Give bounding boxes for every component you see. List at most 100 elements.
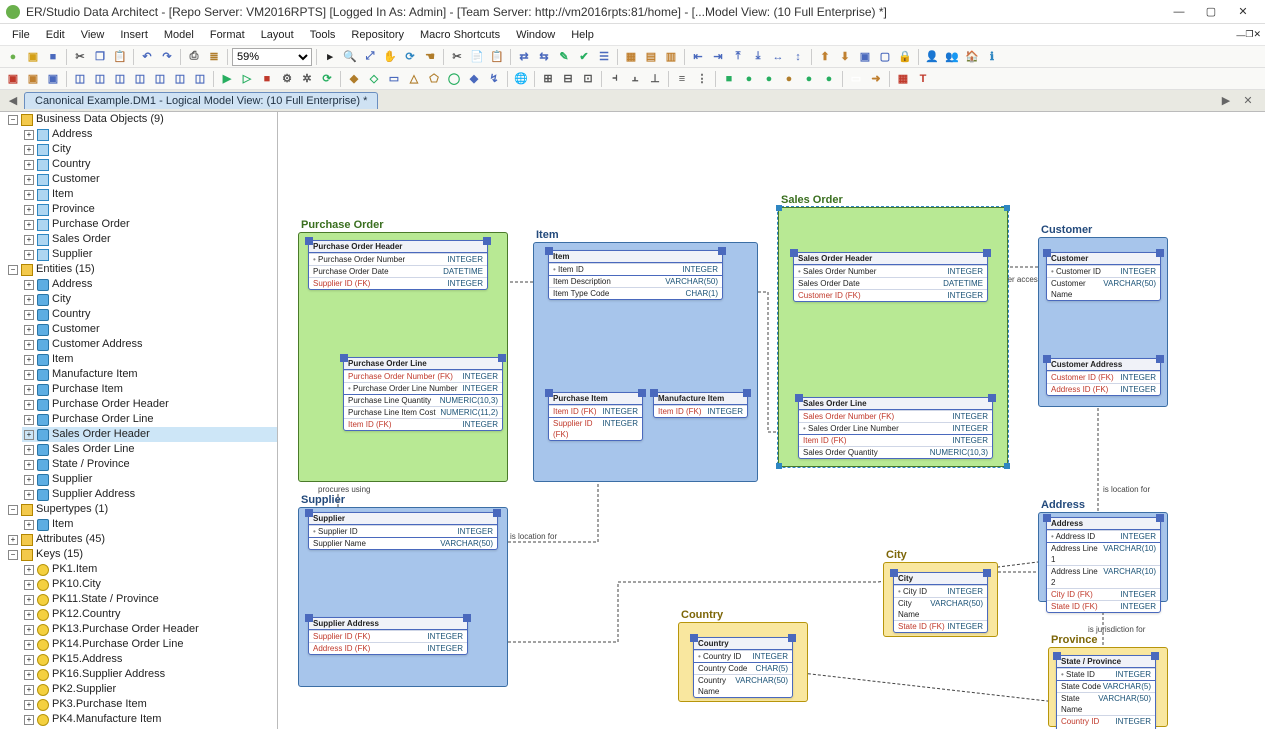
- repo1-icon[interactable]: ▣: [4, 70, 22, 88]
- expand-icon[interactable]: +: [24, 295, 34, 305]
- expand-icon[interactable]: +: [24, 160, 34, 170]
- expand-icon[interactable]: +: [24, 460, 34, 470]
- grid3-icon[interactable]: ▥: [662, 48, 680, 66]
- menu-repository[interactable]: Repository: [343, 24, 412, 46]
- tree-folder[interactable]: −Entities (15): [6, 262, 277, 277]
- expand-icon[interactable]: +: [24, 355, 34, 365]
- tree-folder[interactable]: +Attributes (45): [6, 532, 277, 547]
- lock-icon[interactable]: 🔒: [896, 48, 914, 66]
- scissors-icon[interactable]: ✂: [448, 48, 466, 66]
- entity-supplier[interactable]: SupplierSupplier IDINTEGERSupplier NameV…: [308, 512, 498, 550]
- tree-item[interactable]: +Supplier Address: [22, 487, 277, 502]
- menu-help[interactable]: Help: [563, 24, 602, 46]
- tree-item[interactable]: +Sales Order Header: [22, 427, 277, 442]
- expand-icon[interactable]: +: [24, 610, 34, 620]
- mdi-minimize-button[interactable]: —: [1236, 30, 1245, 40]
- tree-item[interactable]: +Item: [22, 187, 277, 202]
- fit-icon[interactable]: ⤢: [361, 48, 379, 66]
- tree-item[interactable]: +Item: [22, 517, 277, 532]
- expand-icon[interactable]: +: [24, 640, 34, 650]
- tree-item[interactable]: +Address: [22, 277, 277, 292]
- gear2-icon[interactable]: ✲: [298, 70, 316, 88]
- play-icon[interactable]: ▶: [218, 70, 236, 88]
- tree-item[interactable]: +Sales Order: [22, 232, 277, 247]
- tree-item[interactable]: +Purchase Order Header: [22, 397, 277, 412]
- expand-icon[interactable]: +: [8, 535, 18, 545]
- list-icon[interactable]: ☰: [595, 48, 613, 66]
- copy-icon[interactable]: ❐: [91, 48, 109, 66]
- same-h-icon[interactable]: ↕: [789, 48, 807, 66]
- tree-item[interactable]: +Purchase Order Line: [22, 412, 277, 427]
- menu-layout[interactable]: Layout: [253, 24, 302, 46]
- db2-icon[interactable]: ◫: [91, 70, 109, 88]
- entity-manufacture-item[interactable]: Manufacture ItemItem ID (FK)INTEGER: [653, 392, 748, 418]
- tree-item[interactable]: +Customer: [22, 322, 277, 337]
- tree-item[interactable]: +PK10.City: [22, 577, 277, 592]
- menu-edit[interactable]: Edit: [38, 24, 73, 46]
- sp3-icon[interactable]: ⊥: [646, 70, 664, 88]
- align-l-icon[interactable]: ⇤: [689, 48, 707, 66]
- redo-icon[interactable]: ↷: [158, 48, 176, 66]
- st3-icon[interactable]: ●: [760, 70, 778, 88]
- tree-item[interactable]: +PK11.State / Province: [22, 592, 277, 607]
- check-icon[interactable]: ✔: [575, 48, 593, 66]
- user-icon[interactable]: 👤: [923, 48, 941, 66]
- export-icon[interactable]: ➜: [867, 70, 885, 88]
- st2-icon[interactable]: ●: [740, 70, 758, 88]
- tree-item[interactable]: +Province: [22, 202, 277, 217]
- entity-sales-order-header[interactable]: Sales Order HeaderSales Order NumberINTE…: [793, 252, 988, 302]
- tree-item[interactable]: +Purchase Item: [22, 382, 277, 397]
- tool5-icon[interactable]: ⬠: [425, 70, 443, 88]
- tree-item[interactable]: +PK13.Purchase Order Header: [22, 622, 277, 637]
- db5-icon[interactable]: ◫: [151, 70, 169, 88]
- db4-icon[interactable]: ◫: [131, 70, 149, 88]
- tool1-icon[interactable]: ◆: [345, 70, 363, 88]
- expand-icon[interactable]: +: [24, 220, 34, 230]
- menu-insert[interactable]: Insert: [112, 24, 156, 46]
- pan-icon[interactable]: ✋: [381, 48, 399, 66]
- align-t-icon[interactable]: ⤒: [729, 48, 747, 66]
- play2-icon[interactable]: ▷: [238, 70, 256, 88]
- expand-icon[interactable]: +: [24, 700, 34, 710]
- clipboard-icon[interactable]: 📄: [468, 48, 486, 66]
- text-icon[interactable]: T: [914, 70, 932, 88]
- db6-icon[interactable]: ◫: [171, 70, 189, 88]
- maximize-button[interactable]: ▢: [1195, 2, 1227, 22]
- st5-icon[interactable]: ●: [800, 70, 818, 88]
- menu-macro[interactable]: Macro Shortcuts: [412, 24, 508, 46]
- tool7-icon[interactable]: ◆: [465, 70, 483, 88]
- paste2-icon[interactable]: 📋: [488, 48, 506, 66]
- repo2-icon[interactable]: ▣: [24, 70, 42, 88]
- db1-icon[interactable]: ◫: [71, 70, 89, 88]
- tree-item[interactable]: +PK1.Item: [22, 562, 277, 577]
- entity-state-province[interactable]: State / ProvinceState IDINTEGERState Cod…: [1056, 655, 1156, 729]
- expand-icon[interactable]: +: [24, 370, 34, 380]
- tree-item[interactable]: +Country: [22, 157, 277, 172]
- refresh2-icon[interactable]: ⟳: [318, 70, 336, 88]
- tree-item[interactable]: +Country: [22, 307, 277, 322]
- tree-item[interactable]: +Purchase Order: [22, 217, 277, 232]
- menu-model[interactable]: Model: [156, 24, 202, 46]
- st1-icon[interactable]: ■: [720, 70, 738, 88]
- tab-close-button[interactable]: ✕: [1241, 94, 1255, 108]
- tree-item[interactable]: +Manufacture Item: [22, 367, 277, 382]
- expand-icon[interactable]: +: [24, 655, 34, 665]
- layer-dn-icon[interactable]: ⬇: [836, 48, 854, 66]
- expand-icon[interactable]: +: [24, 400, 34, 410]
- expand-icon[interactable]: +: [24, 685, 34, 695]
- al2-icon[interactable]: ⊟: [559, 70, 577, 88]
- tree-item[interactable]: +City: [22, 292, 277, 307]
- tree-folder[interactable]: −Supertypes (1): [6, 502, 277, 517]
- menu-format[interactable]: Format: [202, 24, 253, 46]
- tool6-icon[interactable]: ◯: [445, 70, 463, 88]
- menu-view[interactable]: View: [73, 24, 113, 46]
- tree-folder[interactable]: −Keys (15): [6, 547, 277, 562]
- align-r-icon[interactable]: ⇥: [709, 48, 727, 66]
- menu-tools[interactable]: Tools: [302, 24, 344, 46]
- expand-icon[interactable]: +: [24, 445, 34, 455]
- sp2-icon[interactable]: ⫠: [626, 70, 644, 88]
- minimize-button[interactable]: —: [1163, 2, 1195, 22]
- expand-icon[interactable]: +: [24, 325, 34, 335]
- expand-icon[interactable]: −: [8, 505, 18, 515]
- sp1-icon[interactable]: ⫞: [606, 70, 624, 88]
